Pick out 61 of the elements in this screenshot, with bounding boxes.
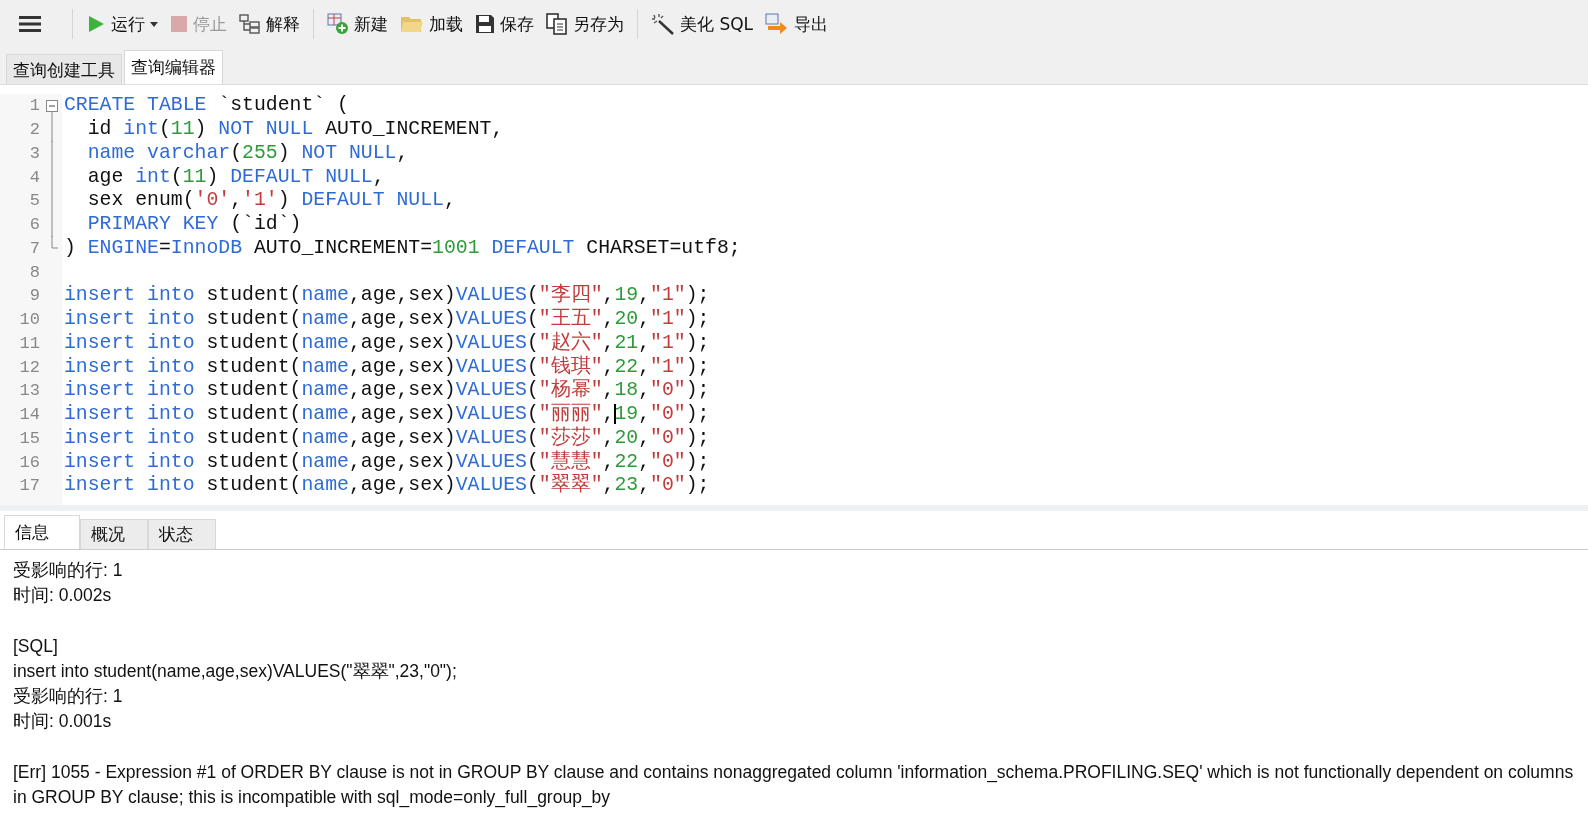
documents-icon <box>546 13 568 35</box>
code-line: insert into student(name,age,sex)VALUES("杨幂",18,"0"); <box>64 379 710 403</box>
code-line: sex enum('0','1') DEFAULT NULL, <box>86 189 456 213</box>
message-line: [Err] 1055 - Expression #1 of ORDER BY clause is not in GROUP BY clause and contains nonaggregated column 'information_schema.PROFILING.SEQ' which is not functionally dependent on columns in GROUP BY clause; this is incompatible with sql_mode=only_full_group_by <box>13 760 1575 810</box>
boxes-icon <box>239 14 261 34</box>
code-line: PRIMARY KEY (`id`) <box>86 213 302 237</box>
code-line: insert into student(name,age,sex)VALUES("慧慧",22,"0"); <box>64 450 710 474</box>
line-number: 12 <box>18 357 40 377</box>
table-plus-icon <box>327 13 349 35</box>
code-line: insert into student(name,age,sex)VALUES("李四",19,"1"); <box>64 284 710 308</box>
line-number: 7 <box>28 238 40 258</box>
result-tab[interactable]: 概况 <box>80 519 148 549</box>
folder-icon <box>400 14 424 34</box>
code-line: insert into student(name,age,sex)VALUES("翠翠",23,"0"); <box>64 474 710 498</box>
editor-tab[interactable]: 查询编辑器 <box>124 50 223 84</box>
line-number: 4 <box>28 167 40 187</box>
save-as-button[interactable]: 另存为 <box>543 8 627 40</box>
line-number: 17 <box>18 476 40 496</box>
code-line: age int(11) DEFAULT NULL, <box>86 165 385 189</box>
new-button[interactable]: 新建 <box>324 8 391 40</box>
code-line: name varchar(255) NOT NULL, <box>86 141 409 165</box>
line-number: 11 <box>18 333 40 353</box>
play-icon <box>86 14 106 34</box>
code-line: insert into student(name,age,sex)VALUES("王五",20,"1"); <box>64 308 710 331</box>
message-line: 受影响的行: 1 <box>13 685 124 708</box>
message-line: [SQL] <box>13 634 59 658</box>
result-tab[interactable]: 状态 <box>148 519 216 549</box>
message-line: 受影响的行: 1 <box>13 559 124 582</box>
square-icon <box>170 15 188 33</box>
line-number: 3 <box>28 143 40 163</box>
menu-icon <box>19 15 41 33</box>
export-button[interactable]: 导出 <box>762 8 832 40</box>
code-line: insert into student(name,age,sex)VALUES("赵六",21,"1"); <box>64 331 710 355</box>
result-tab[interactable]: 信息 <box>4 515 80 549</box>
line-number: 2 <box>28 120 40 140</box>
load-button[interactable]: 加载 <box>397 8 466 40</box>
code-line: CREATE TABLE `student` ( <box>64 94 349 118</box>
line-number: 16 <box>18 452 40 472</box>
code-line: insert into student(name,age,sex)VALUES("丽丽",19,"0"); <box>64 403 710 426</box>
code-line: insert into student(name,age,sex)VALUES("钱琪",22,"1"); <box>64 355 710 378</box>
line-number: 6 <box>28 215 40 235</box>
line-number: 13 <box>18 381 40 401</box>
code-line: insert into student(name,age,sex)VALUES("莎莎",20,"0"); <box>64 426 710 450</box>
explain-button[interactable]: 解释 <box>236 8 303 40</box>
beautify-button[interactable]: 美化 SQL <box>648 8 757 40</box>
magic-wand-icon <box>651 13 675 35</box>
message-line: 时间: 0.002s <box>13 584 113 608</box>
message-line: 时间: 0.001s <box>13 710 113 734</box>
save-button[interactable]: 保存 <box>472 8 537 40</box>
line-number: 1 <box>28 96 40 116</box>
code-line: ) ENGINE=InnoDB AUTO_INCREMENT=1001 DEFAULT CHARSET=utf8; <box>64 236 741 260</box>
editor-tab[interactable]: 查询创建工具 <box>6 54 122 84</box>
line-number: 5 <box>28 191 40 211</box>
message-line: insert into student(name,age,sex)VALUES("翠翠",23,"0"); <box>13 659 458 683</box>
line-number: 15 <box>18 428 40 448</box>
line-number: 8 <box>28 262 40 282</box>
line-number: 14 <box>18 405 40 425</box>
run-button[interactable]: 运行 <box>83 8 161 40</box>
line-number: 9 <box>28 286 40 306</box>
code-line: id int(11) NOT NULL AUTO_INCREMENT, <box>86 118 504 142</box>
line-number: 10 <box>18 310 40 330</box>
